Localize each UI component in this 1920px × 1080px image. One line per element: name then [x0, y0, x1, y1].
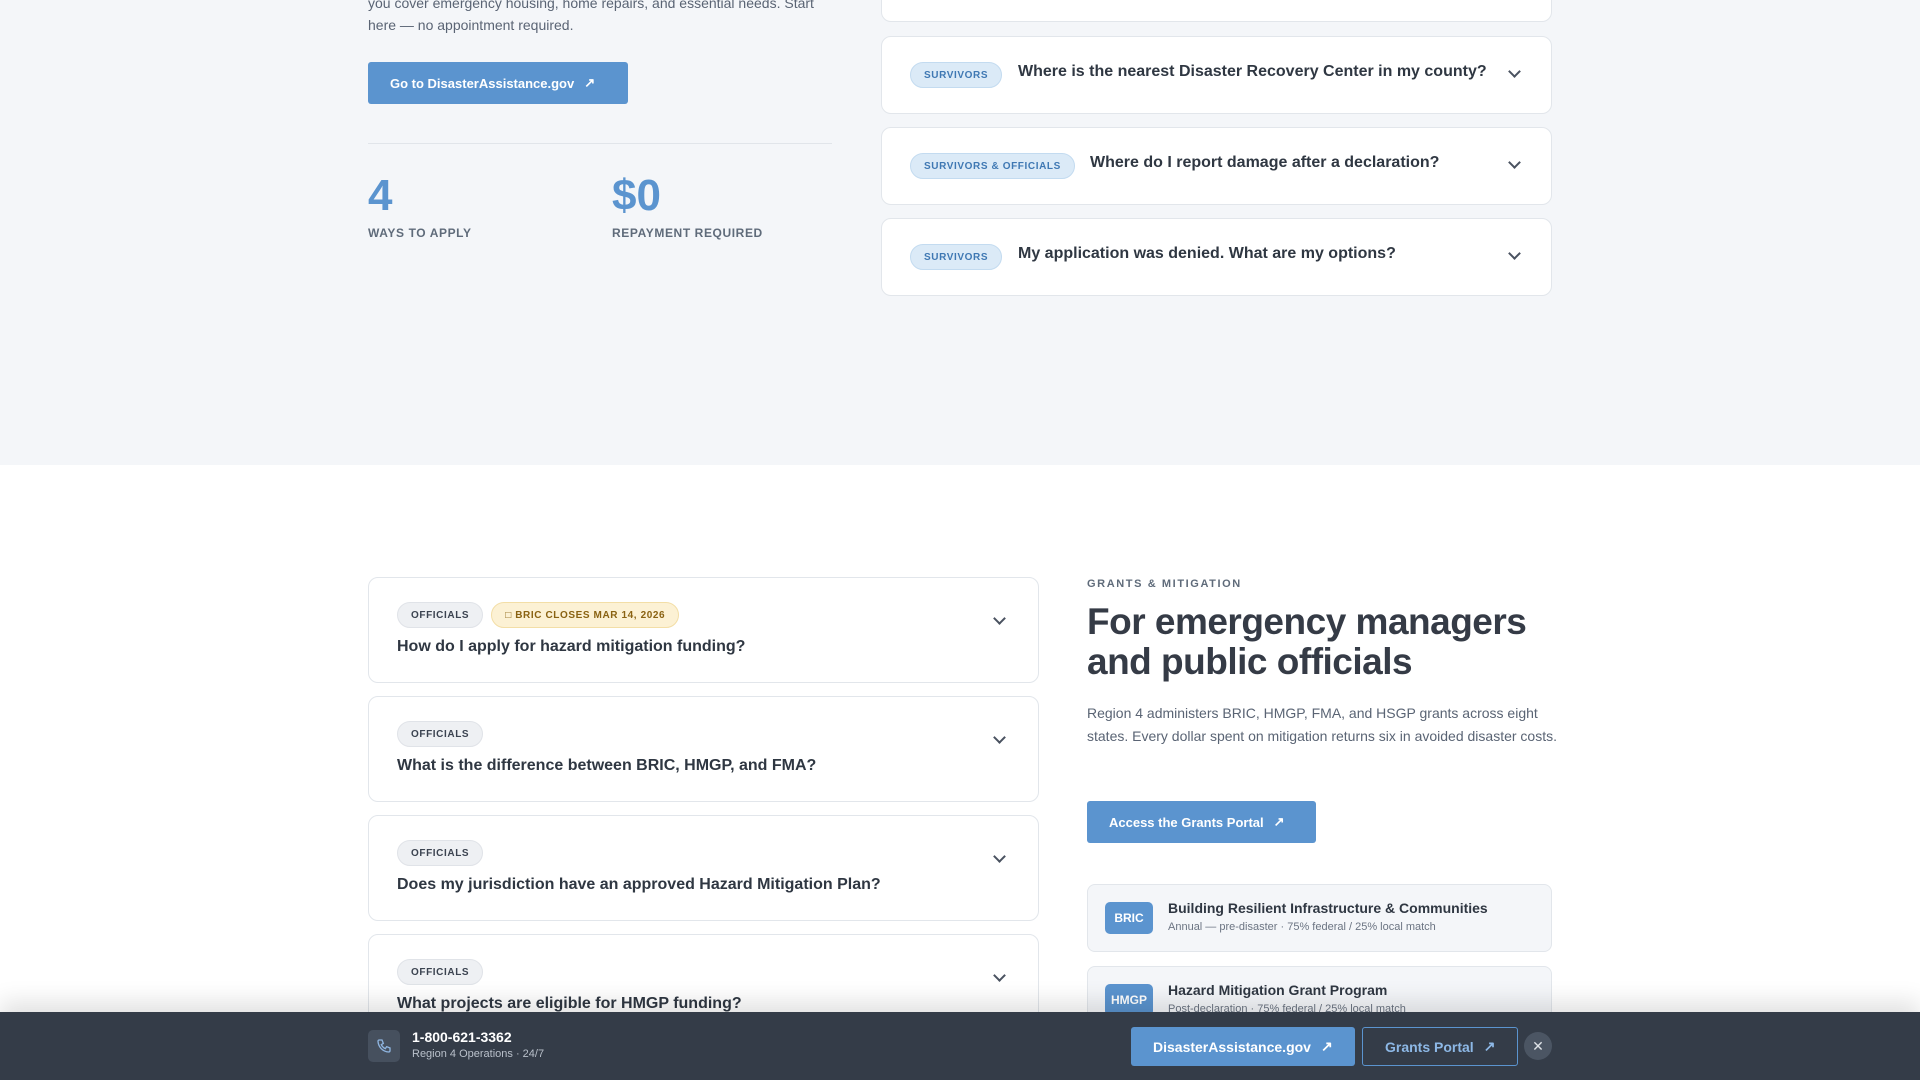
intro-line-1: you cover emergency housing, home repair…: [368, 0, 814, 11]
faq-question: My application was denied. What are my o…: [1018, 245, 1396, 262]
faq-question: Where is the nearest Disaster Recovery C…: [1018, 63, 1487, 80]
stat-ways-to-apply: 4 WAYS TO APPLY: [368, 171, 472, 241]
audience-tag: OFFICIALS: [397, 602, 484, 628]
disaster-assistance-button-label: Go to DisasterAssistance.gov: [390, 75, 575, 91]
chevron-down-icon[interactable]: [993, 612, 1006, 625]
stat-value: 4: [368, 171, 393, 220]
grants-portal-button-label: Access the Grants Portal: [1109, 814, 1264, 830]
audience-tag: SURVIVORS: [910, 62, 1003, 88]
faq-item[interactable]: SURVIVORS & OFFICIALS Where do I report …: [881, 127, 1552, 205]
faq-tags: OFFICIALS: [397, 721, 484, 747]
faq-tags: OFFICIALS □ BRIC CLOSES MAR 14, 2026: [397, 602, 680, 628]
section-description: Region 4 administers BRIC, HMGP, FMA, an…: [1087, 705, 1557, 744]
bar-grants-portal-button[interactable]: Grants Portal ↗: [1362, 1027, 1519, 1066]
audience-tag: OFFICIALS: [397, 721, 484, 747]
close-icon[interactable]: ✕: [1524, 1032, 1552, 1060]
external-link-icon: ↗: [584, 75, 596, 90]
stats-divider: [368, 143, 832, 144]
faq-question: Where do I report damage after a declara…: [1090, 154, 1440, 171]
section-eyebrow: GRANTS & MITIGATION: [1087, 578, 1242, 590]
survivors-section: you cover emergency housing, home repair…: [0, 0, 1920, 465]
grant-title: Hazard Mitigation Grant Program: [1168, 982, 1388, 998]
chevron-down-icon[interactable]: [1508, 247, 1521, 260]
title-line-2: and public officials: [1087, 641, 1413, 682]
grant-title: Building Resilient Infrastructure & Comm…: [1168, 900, 1488, 916]
grants-portal-button[interactable]: Access the Grants Portal ↗: [1087, 801, 1316, 843]
audience-tag: SURVIVORS: [910, 244, 1003, 270]
chevron-down-icon[interactable]: [993, 850, 1006, 863]
title-line-1: For emergency managers: [1087, 601, 1527, 642]
faq-question: What is the difference between BRIC, HMG…: [397, 757, 817, 774]
disaster-assistance-button[interactable]: Go to DisasterAssistance.gov ↗: [368, 62, 628, 104]
chevron-down-icon[interactable]: [993, 731, 1006, 744]
faq-tags: OFFICIALS: [397, 959, 484, 985]
bar-primary-label: DisasterAssistance.gov: [1153, 1038, 1311, 1055]
section-title: For emergency managers and public offici…: [1087, 602, 1567, 682]
faq-question: Does my jurisdiction have an approved Ha…: [397, 876, 881, 893]
sticky-contact-bar: 1-800-621-3362 Region 4 Operations · 24/…: [0, 1012, 1920, 1080]
stat-repayment: $0 REPAYMENT REQUIRED: [612, 171, 763, 241]
phone-number[interactable]: 1-800-621-3362: [412, 1029, 512, 1045]
grant-code-badge: BRIC: [1105, 902, 1153, 934]
external-link-icon: ↗: [1273, 814, 1285, 829]
external-link-icon: ↗: [1320, 1038, 1333, 1054]
phone-subtext: Region 4 Operations · 24/7: [412, 1048, 545, 1060]
faq-item[interactable]: SURVIVORS My application was denied. Wha…: [881, 218, 1552, 296]
intro-line-2: here — no appointment required.: [368, 17, 574, 33]
faq-question: How do I apply for hazard mitigation fun…: [397, 638, 746, 655]
deadline-text: BRIC CLOSES MAR 14, 2026: [515, 610, 666, 621]
calendar-icon: □: [505, 610, 516, 621]
phone-icon: [368, 1030, 400, 1062]
audience-tag: OFFICIALS: [397, 959, 484, 985]
deadline-badge: □ BRIC CLOSES MAR 14, 2026: [491, 602, 680, 628]
chevron-down-icon[interactable]: [1508, 65, 1521, 78]
faq-tags: OFFICIALS: [397, 840, 484, 866]
stat-label: REPAYMENT REQUIRED: [612, 226, 763, 240]
faq-question: What projects are eligible for HMGP fund…: [397, 995, 742, 1012]
faq-item[interactable]: OFFICIALS Does my jurisdiction have an a…: [368, 815, 1039, 921]
external-link-icon: ↗: [1483, 1038, 1496, 1054]
stat-value: $0: [612, 171, 661, 220]
bar-secondary-label: Grants Portal: [1385, 1038, 1474, 1055]
faq-item-partial[interactable]: [881, 0, 1552, 22]
faq-item[interactable]: OFFICIALS □ BRIC CLOSES MAR 14, 2026 How…: [368, 577, 1039, 683]
stat-label: WAYS TO APPLY: [368, 226, 472, 240]
faq-item[interactable]: SURVIVORS Where is the nearest Disaster …: [881, 36, 1552, 114]
survivors-intro-text: you cover emergency housing, home repair…: [368, 0, 828, 36]
grant-subtitle: Annual — pre-disaster · 75% federal / 25…: [1168, 921, 1436, 933]
bar-disaster-assistance-button[interactable]: DisasterAssistance.gov ↗: [1131, 1027, 1355, 1066]
grant-card-bric[interactable]: BRIC Building Resilient Infrastructure &…: [1087, 884, 1552, 952]
chevron-down-icon[interactable]: [1508, 156, 1521, 169]
faq-item[interactable]: OFFICIALS What is the difference between…: [368, 696, 1039, 802]
audience-tag: SURVIVORS & OFFICIALS: [910, 153, 1075, 179]
audience-tag: OFFICIALS: [397, 840, 484, 866]
chevron-down-icon[interactable]: [993, 969, 1006, 982]
